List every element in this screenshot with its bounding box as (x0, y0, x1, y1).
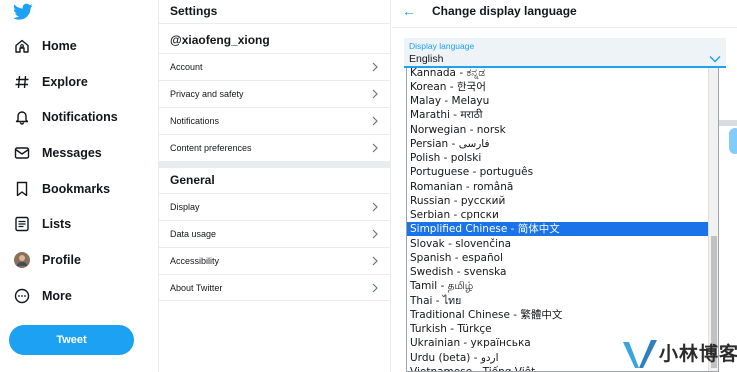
more-icon (10, 284, 34, 308)
nav-messages[interactable]: Messages (10, 138, 102, 168)
select-label: Display language (409, 41, 475, 51)
chevron-right-icon (372, 116, 378, 126)
language-option[interactable]: Malay - Melayu (407, 94, 709, 108)
username: @xiaofeng_xiong (170, 33, 270, 47)
settings-item-account[interactable]: Account (159, 53, 391, 80)
envelope-icon (10, 141, 34, 165)
language-option[interactable]: Swedish - svenska (407, 265, 709, 279)
language-option[interactable]: Kannada - ಕನ್ನಡ (407, 68, 709, 80)
chevron-right-icon (372, 62, 378, 72)
settings-item-label: Accessibility (170, 256, 220, 266)
settings-item-label: Privacy and safety (170, 89, 244, 99)
settings-item-label: Display (170, 202, 200, 212)
nav-lists[interactable]: Lists (10, 209, 71, 239)
watermark-logo: 小林博客 (621, 336, 737, 372)
language-panel: ← Change display language Display langua… (392, 0, 737, 372)
language-option[interactable]: Spanish - español (407, 251, 709, 265)
chevron-right-icon (372, 202, 378, 212)
select-value: English (409, 53, 444, 65)
language-option[interactable]: Russian - русский (407, 194, 709, 208)
nav-label: More (42, 289, 72, 303)
language-option-selected[interactable]: Simplified Chinese - 简体中文 (407, 222, 709, 237)
settings-item-content-preferences[interactable]: Content preferences (159, 134, 391, 161)
tweet-button[interactable]: Tweet (9, 325, 134, 355)
divider (392, 27, 737, 28)
language-option[interactable]: Romanian - română (407, 180, 709, 194)
settings-item-label: Account (170, 62, 203, 72)
chevron-right-icon (372, 256, 378, 266)
language-option[interactable]: Thai - ไทย (407, 294, 709, 308)
language-option[interactable]: Turkish - Türkçe (407, 322, 709, 336)
nav-label: Profile (42, 253, 81, 267)
settings-item-label: Notifications (170, 116, 220, 126)
language-option[interactable]: Tamil - தமிழ் (407, 279, 709, 293)
chevron-down-icon (709, 55, 721, 63)
settings-item-label: Content preferences (170, 143, 252, 153)
settings-item-label: Data usage (170, 229, 217, 239)
language-option[interactable]: Polish - polski (407, 151, 709, 165)
language-option[interactable]: Marathi - मराठी (407, 108, 709, 122)
language-dropdown-list: Kannada - ಕನ್ನಡ Korean - 한국어 Malay - Melay… (406, 68, 719, 372)
nav-home[interactable]: Home (10, 31, 77, 61)
settings-title: Settings (170, 4, 218, 18)
settings-item-notifications[interactable]: Notifications (159, 107, 391, 134)
settings-item-data-usage[interactable]: Data usage (159, 220, 391, 247)
divider (159, 23, 390, 24)
hashtag-icon (10, 70, 34, 94)
language-option[interactable]: Serbian - српски (407, 208, 709, 222)
watermark-v-icon (623, 340, 657, 368)
left-navigation: Home Explore Notifications Messages Book… (0, 0, 158, 372)
background-edge (719, 120, 737, 126)
nav-profile[interactable]: Profile (10, 245, 81, 275)
chevron-right-icon (372, 283, 378, 293)
arrow-left-icon[interactable]: ← (402, 3, 416, 19)
language-option[interactable]: Portuguese - português (407, 165, 709, 179)
nav-notifications[interactable]: Notifications (10, 102, 118, 132)
language-option[interactable]: Persian - فارسی (407, 137, 709, 151)
watermark-text: 小林博客 (659, 343, 737, 365)
settings-item-privacy[interactable]: Privacy and safety (159, 80, 391, 107)
settings-item-display[interactable]: Display (159, 193, 391, 220)
bird-logo[interactable] (13, 3, 33, 21)
language-option[interactable]: Korean - 한국어 (407, 80, 709, 94)
settings-column: Settings @xiaofeng_xiong Account Privacy… (158, 0, 391, 372)
display-language-select[interactable]: Display language English (404, 38, 726, 68)
list-icon (10, 212, 34, 236)
nav-explore[interactable]: Explore (10, 67, 88, 97)
nav-more[interactable]: More (10, 281, 72, 311)
bell-icon (10, 105, 34, 129)
nav-label: Messages (42, 146, 102, 160)
chevron-right-icon (372, 143, 378, 153)
bookmark-icon (10, 177, 34, 201)
dropdown-scrollbar[interactable] (708, 68, 718, 371)
chevron-right-icon (372, 229, 378, 239)
language-option[interactable]: Norwegian - norsk (407, 123, 709, 137)
background-button-edge (729, 128, 737, 154)
settings-item-accessibility[interactable]: Accessibility (159, 247, 391, 274)
nav-label: Bookmarks (42, 182, 111, 196)
general-section-title: General (170, 173, 215, 187)
nav-label: Explore (42, 75, 88, 89)
nav-bookmarks[interactable]: Bookmarks (10, 174, 110, 204)
language-option[interactable]: Slovak - slovenčina (407, 237, 709, 251)
settings-item-label: About Twitter (170, 283, 223, 293)
settings-item-about[interactable]: About Twitter (159, 274, 391, 301)
section-separator (159, 161, 391, 168)
nav-label: Home (42, 39, 77, 53)
home-icon (10, 34, 34, 58)
nav-label: Lists (42, 217, 72, 231)
avatar-icon (10, 248, 34, 272)
language-option[interactable]: Traditional Chinese - 繁體中文 (407, 308, 709, 322)
chevron-right-icon (372, 89, 378, 99)
nav-label: Notifications (42, 110, 118, 124)
panel-title: Change display language (432, 4, 577, 18)
